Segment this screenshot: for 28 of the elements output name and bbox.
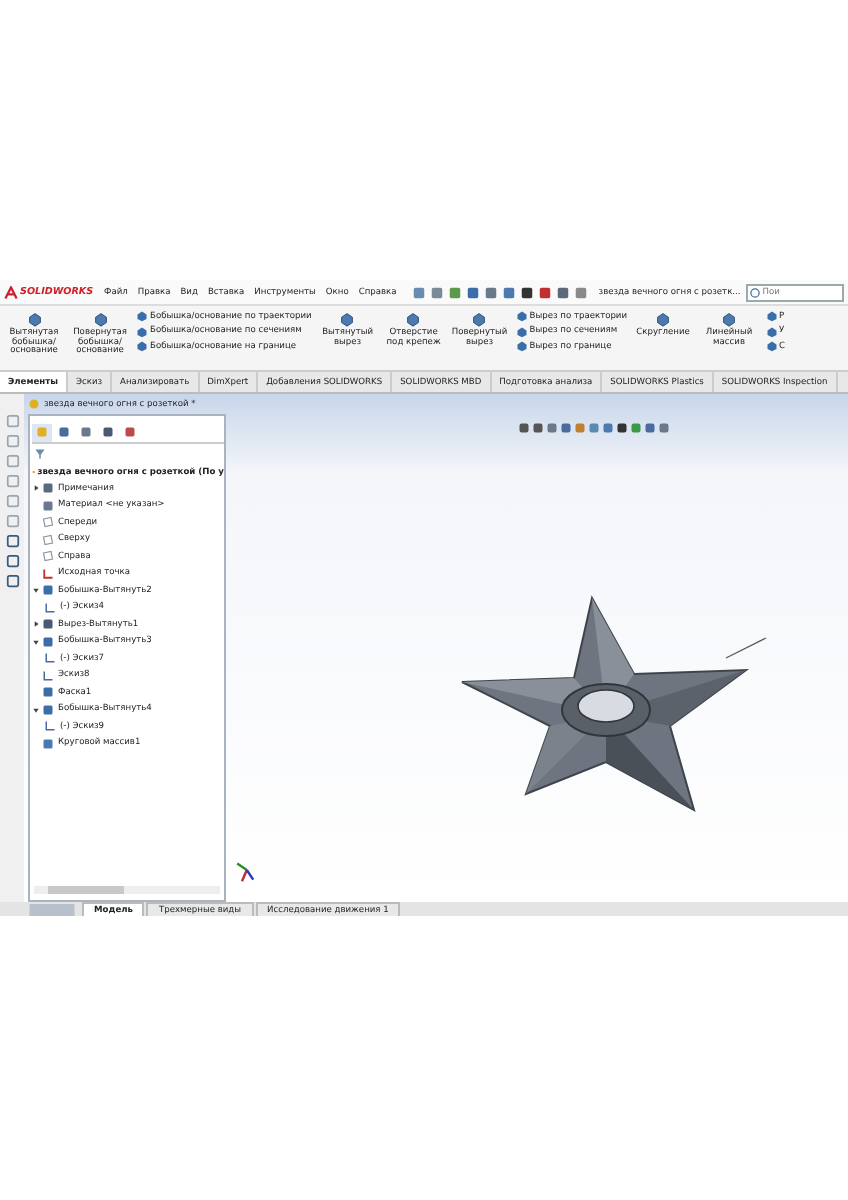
scrollbar[interactable] (34, 886, 220, 894)
feature-icon (338, 310, 357, 328)
collapse-arrow-icon[interactable] (32, 586, 42, 595)
origin-icon (42, 567, 54, 580)
expand-arrow-icon[interactable] (32, 484, 42, 493)
expand-arrow-icon[interactable] (32, 620, 42, 629)
feature-icon (91, 310, 109, 328)
feature-icon (654, 310, 673, 328)
part-icon (28, 398, 40, 410)
sketch-icon (44, 601, 56, 614)
extrude-icon (42, 584, 54, 597)
collapse-arrow-icon[interactable] (32, 705, 42, 714)
extrude-icon (42, 635, 54, 648)
collapse-arrow-icon[interactable] (32, 637, 42, 646)
info-icon (750, 287, 761, 297)
extrude-icon (42, 703, 54, 716)
feature-icon (470, 310, 489, 328)
pattern-icon (42, 737, 54, 750)
logo-icon (4, 285, 18, 299)
sketch-icon (44, 720, 56, 733)
feature-icon (720, 310, 739, 328)
cut-icon (42, 618, 54, 631)
filter-icon[interactable] (34, 448, 46, 460)
feature-icon (25, 310, 43, 328)
chamfer-icon (42, 686, 54, 699)
feature-icon (404, 310, 423, 328)
material-icon (42, 499, 54, 512)
notes-icon (42, 482, 54, 495)
